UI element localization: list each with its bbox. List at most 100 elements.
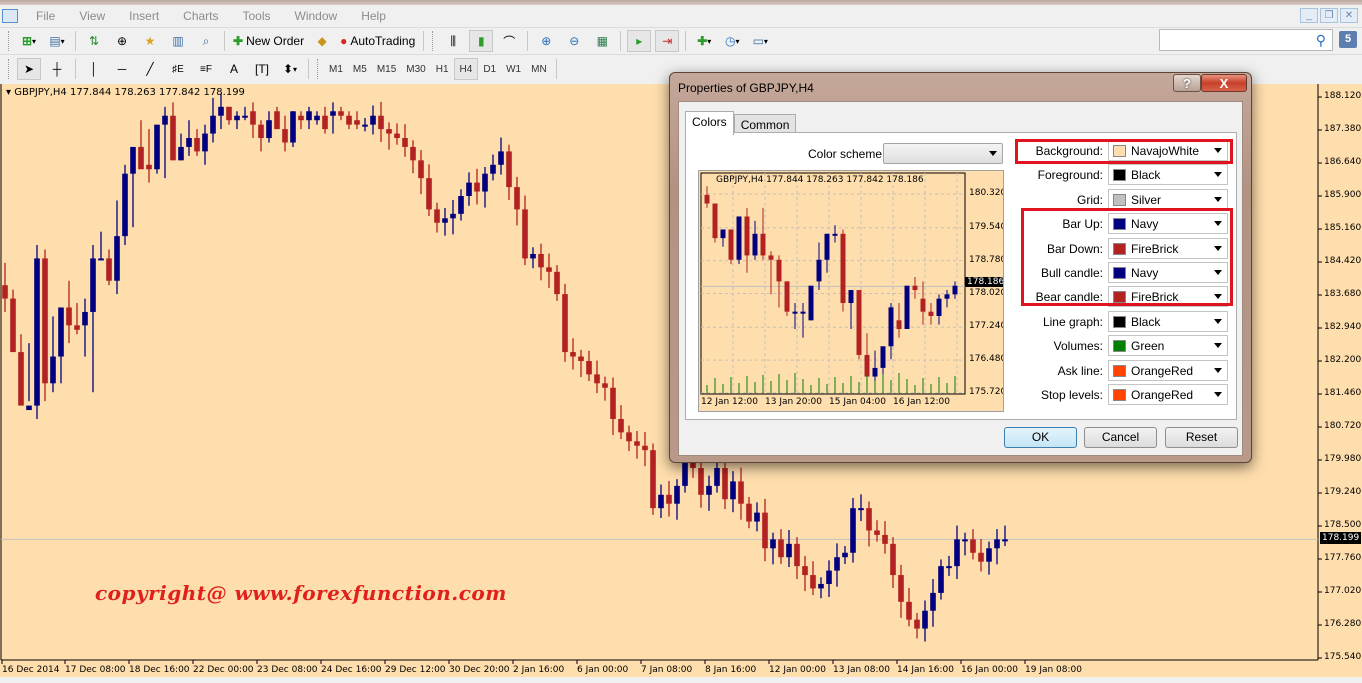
- navigator-button[interactable]: ★: [138, 30, 162, 52]
- terminal-button[interactable]: ▥: [166, 30, 190, 52]
- toolbar-grip[interactable]: [8, 31, 11, 51]
- help-button[interactable]: ?: [1173, 74, 1201, 92]
- color-select[interactable]: Green: [1108, 335, 1228, 357]
- menu-file[interactable]: File: [24, 9, 67, 23]
- notifications-badge[interactable]: 5: [1339, 31, 1357, 48]
- preview-x-tick: 15 Jan 04:00: [829, 397, 886, 407]
- search-icon[interactable]: ⚲: [1316, 32, 1326, 49]
- color-select[interactable]: Black: [1108, 310, 1228, 332]
- preview-bear-candle: [744, 216, 750, 256]
- text-tool[interactable]: A: [222, 58, 246, 80]
- menu-help[interactable]: Help: [349, 9, 398, 23]
- bear-candle: [258, 124, 264, 139]
- menu-view[interactable]: View: [67, 9, 117, 23]
- add-indicator-icon: ✚: [697, 34, 708, 48]
- bear-candle: [874, 530, 880, 535]
- new-chart-button[interactable]: ⊞ ▾: [17, 30, 41, 52]
- y-tick-label: 186.640: [1324, 157, 1362, 167]
- color-select[interactable]: Silver: [1108, 188, 1228, 210]
- bear-candle: [810, 575, 816, 589]
- periods-button[interactable]: ◷ ▾: [720, 30, 744, 52]
- color-scheme-select[interactable]: [883, 143, 1003, 164]
- ok-button[interactable]: OK: [1004, 427, 1077, 448]
- crosshair-tool[interactable]: ┼: [45, 58, 69, 80]
- collapse-triangle-icon[interactable]: ▾: [6, 87, 11, 98]
- bull-candle: [330, 111, 336, 116]
- tab-colors[interactable]: Colors: [685, 111, 734, 135]
- dialog-title: Properties of GBPJPY,H4: [678, 81, 814, 95]
- tile-windows-button[interactable]: ▦: [590, 30, 614, 52]
- timeframe-m30[interactable]: M30: [401, 58, 430, 80]
- cancel-button[interactable]: Cancel: [1084, 427, 1157, 448]
- profiles-button[interactable]: ▤ ▾: [45, 30, 69, 52]
- mdi-window-controls: _ ❐ ✕: [1300, 8, 1358, 23]
- templates-button[interactable]: ▭ ▾: [748, 30, 772, 52]
- text-icon: A: [229, 62, 238, 76]
- zoom-out-button[interactable]: ⊖: [562, 30, 586, 52]
- toolbar-grip[interactable]: [317, 59, 320, 79]
- dialog-close-button[interactable]: X: [1201, 74, 1247, 92]
- bull-candle: [26, 405, 32, 411]
- reset-button[interactable]: Reset: [1165, 427, 1238, 448]
- bull-candle: [58, 307, 64, 357]
- timeframe-mn[interactable]: MN: [526, 58, 552, 80]
- timeframe-d1[interactable]: D1: [478, 58, 501, 80]
- bear-candle: [578, 356, 584, 361]
- text-label-tool[interactable]: [T]: [250, 58, 274, 80]
- toolbar-grip[interactable]: [8, 59, 11, 79]
- color-select[interactable]: OrangeRed: [1108, 359, 1228, 381]
- menu-tools[interactable]: Tools: [231, 9, 283, 23]
- horizontal-line-tool[interactable]: ─: [110, 58, 134, 80]
- market-watch-button[interactable]: ⇅: [82, 30, 106, 52]
- color-select[interactable]: OrangeRed: [1108, 384, 1228, 405]
- minimize-button[interactable]: _: [1300, 8, 1318, 23]
- bear-candle: [546, 267, 552, 272]
- timeframe-w1[interactable]: W1: [501, 58, 526, 80]
- strategy-tester-button[interactable]: ⌕: [194, 30, 218, 52]
- preview-bear-candle: [856, 290, 862, 355]
- metaeditor-button[interactable]: ◆: [310, 30, 334, 52]
- menu-insert[interactable]: Insert: [117, 9, 171, 23]
- menu-window[interactable]: Window: [283, 9, 350, 23]
- vertical-line-tool[interactable]: │: [82, 58, 106, 80]
- data-window-button[interactable]: ⊕: [110, 30, 134, 52]
- fibonacci-tool[interactable]: ≡F: [194, 58, 218, 80]
- color-select[interactable]: Black: [1108, 164, 1228, 186]
- cursor-tool[interactable]: ➤: [17, 58, 41, 80]
- bull-candle: [842, 552, 848, 558]
- timeframe-h1[interactable]: H1: [431, 58, 454, 80]
- trendline-tool[interactable]: ╱: [138, 58, 162, 80]
- preview-bull-candle: [952, 285, 958, 295]
- indicators-button[interactable]: ✚ ▾: [692, 30, 716, 52]
- highlight-bar-colors: [1021, 208, 1233, 306]
- restore-button[interactable]: ❐: [1320, 8, 1338, 23]
- timeframe-m5[interactable]: M5: [348, 58, 372, 80]
- current-price-tag: 178.199: [1320, 532, 1362, 544]
- toolbar-grip[interactable]: [432, 31, 435, 51]
- new-order-button[interactable]: ✚ New Order: [231, 30, 306, 52]
- chart-shift-button[interactable]: ⇥: [655, 30, 680, 52]
- timeframe-m15[interactable]: M15: [372, 58, 401, 80]
- arrows-tool[interactable]: ⬍ ▾: [278, 58, 302, 80]
- zoom-in-button[interactable]: ⊕: [534, 30, 558, 52]
- line-chart-button[interactable]: ⌒: [497, 30, 521, 52]
- autotrading-icon: ●: [340, 34, 348, 48]
- bull-candle: [242, 115, 248, 118]
- preview-bull-candle: [736, 216, 742, 260]
- equidistant-channel-tool[interactable]: ♯E: [166, 58, 190, 80]
- timeframe-h4[interactable]: H4: [453, 58, 479, 80]
- bear-candle: [274, 111, 280, 130]
- bear-candle: [138, 146, 144, 170]
- y-tick-label: 178.500: [1324, 520, 1362, 530]
- menu-charts[interactable]: Charts: [171, 9, 230, 23]
- candlestick-chart-button[interactable]: ▮: [469, 30, 494, 52]
- auto-scroll-button[interactable]: ▸: [627, 30, 652, 52]
- menu-bar: File View Insert Charts Tools Window Hel…: [0, 5, 1362, 27]
- search-input[interactable]: ⚲: [1159, 29, 1333, 51]
- preview-bull-candle: [816, 259, 822, 282]
- timeframe-m1[interactable]: M1: [324, 58, 348, 80]
- autotrading-button[interactable]: ● AutoTrading: [338, 30, 417, 52]
- bar-chart-button[interactable]: ⫼: [441, 30, 465, 52]
- bull-candle: [818, 583, 824, 589]
- close-button[interactable]: ✕: [1340, 8, 1358, 23]
